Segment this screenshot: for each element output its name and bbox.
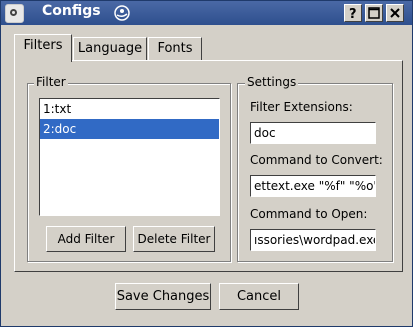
list-item[interactable]: 2:doc: [40, 119, 219, 139]
maximize-button[interactable]: [365, 4, 383, 22]
command-to-open-label: Command to Open:: [250, 207, 368, 221]
close-icon: [390, 8, 400, 18]
filters-panel: Filter 1:txt 2:doc Add Filter Delete Fil…: [14, 60, 403, 272]
window-menu-icon[interactable]: [5, 4, 24, 23]
tab-filters[interactable]: Filters: [14, 34, 72, 62]
settings-group-title: Settings: [245, 75, 299, 89]
filter-group: Filter 1:txt 2:doc Add Filter Delete Fil…: [27, 75, 231, 262]
swirl-logo-icon: [114, 5, 130, 21]
filter-list[interactable]: 1:txt 2:doc: [39, 98, 220, 216]
list-item[interactable]: 1:txt: [40, 99, 219, 119]
save-changes-button[interactable]: Save Changes: [115, 283, 211, 310]
title-bar[interactable]: Configs ?: [1, 1, 412, 25]
command-to-convert-field[interactable]: ettext.exe "%f" "%o": [250, 175, 376, 197]
tab-language[interactable]: Language: [73, 37, 147, 61]
command-to-convert-label: Command to Convert:: [250, 153, 383, 167]
window-title: Configs: [42, 3, 101, 19]
tab-fonts[interactable]: Fonts: [148, 37, 202, 61]
settings-group: Settings Filter Extensions: doc Command …: [237, 75, 393, 262]
help-icon: ?: [349, 7, 357, 20]
add-filter-button[interactable]: Add Filter: [46, 226, 126, 252]
maximize-icon: [368, 7, 380, 19]
cancel-button[interactable]: Cancel: [219, 283, 299, 310]
delete-filter-button[interactable]: Delete Filter: [133, 226, 215, 252]
filter-group-title: Filter: [34, 75, 68, 89]
svg-text:?: ?: [349, 7, 357, 20]
close-button[interactable]: [386, 4, 404, 22]
command-to-open-field[interactable]: ıssories\wordpad.exe: [250, 229, 376, 251]
filter-extensions-label: Filter Extensions:: [250, 100, 353, 114]
help-button[interactable]: ?: [344, 4, 362, 22]
configs-window: Configs ? Filters Language Fonts Filter …: [0, 0, 413, 327]
filter-extensions-field[interactable]: doc: [250, 122, 376, 144]
